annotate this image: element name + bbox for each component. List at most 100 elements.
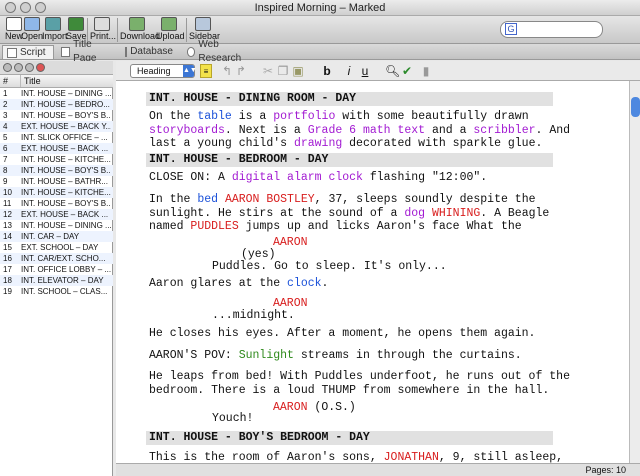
scene-list-row[interactable]: 1 INT. HOUSE – DINING ...: [0, 88, 113, 99]
copy-icon[interactable]: ❐: [277, 64, 289, 78]
download-button[interactable]: Download: [120, 17, 161, 42]
scene-list-row[interactable]: 7 INT. HOUSE – KITCHE...: [0, 154, 113, 165]
prop-bed: bed: [197, 193, 219, 206]
dialogue: Puddles. Go to sleep. It's only...: [212, 260, 447, 273]
spellcheck-icon[interactable]: ✔: [400, 64, 414, 78]
scene-number: 2: [3, 100, 8, 109]
scene-list-row[interactable]: 3 INT. HOUSE – BOY'S B...: [0, 110, 113, 121]
scene-list-row[interactable]: 9 INT. HOUSE – BATHR...: [0, 176, 113, 187]
action-block: He leaps from bed! With Puddles underfoo…: [149, 370, 570, 397]
scene-list-header: # Title: [0, 75, 113, 88]
import-button[interactable]: Import: [42, 17, 68, 42]
scene-number: 9: [3, 177, 8, 186]
italic-icon[interactable]: i: [343, 64, 355, 78]
scene-title: EXT. HOUSE – BACK Y...: [21, 122, 111, 131]
scene-number: 18: [3, 276, 12, 285]
prop-drawing: drawing: [293, 137, 343, 150]
scene-number: 11: [3, 199, 12, 208]
scene-number: 8: [3, 166, 8, 175]
scene-list-row[interactable]: 5 INT. SLICK OFFICE – ...: [0, 132, 113, 143]
note-icon[interactable]: ≡: [200, 64, 212, 78]
tab-database[interactable]: Database: [121, 45, 179, 59]
search-field[interactable]: G: [500, 21, 603, 38]
zoom-window-button[interactable]: [35, 2, 46, 13]
prop-storyboards: storyboards: [149, 123, 225, 137]
scene-title: INT. SLICK OFFICE – ...: [21, 133, 108, 142]
title-page-icon: [61, 47, 71, 57]
open-button[interactable]: Open: [21, 17, 43, 42]
google-search-icon: G: [505, 23, 517, 35]
scene-title: INT. SCHOOL – CLAS...: [21, 287, 108, 296]
mic-icon[interactable]: ▮: [421, 64, 431, 78]
scene-list-row[interactable]: 19 INT. SCHOOL – CLAS...: [0, 286, 113, 297]
prop-clock: digital alarm clock: [231, 171, 363, 184]
add-scene-icon[interactable]: [3, 63, 12, 72]
scene-list-row[interactable]: 14 INT. CAR – DAY: [0, 231, 113, 242]
window-controls: [5, 2, 46, 13]
scene-list-row[interactable]: 13 INT. HOUSE – DINING ...: [0, 220, 113, 231]
scene-list-toolbar: [0, 61, 113, 75]
character-aaron: AARON BOSTLEY: [224, 193, 315, 206]
dialogue: Youch!: [212, 412, 254, 425]
vertical-scrollbar[interactable]: [629, 81, 640, 463]
scrollbar-thumb[interactable]: [631, 97, 640, 117]
scene-list-row[interactable]: 11 INT. HOUSE – BOY'S B...: [0, 198, 113, 209]
tab-web-research[interactable]: Web Research: [183, 39, 257, 64]
script-editor[interactable]: INT. HOUSE - DINING ROOM - DAY On the ta…: [116, 81, 629, 463]
page-count: Pages: 10: [585, 465, 626, 475]
scene-list-row[interactable]: 10 INT. HOUSE – KITCHE...: [0, 187, 113, 198]
element-type-select[interactable]: Heading ▲▼: [130, 64, 197, 78]
tab-script-label: Script: [20, 46, 46, 58]
action-block: Aaron glares at the clock.: [149, 277, 329, 290]
scene-number: 5: [3, 133, 8, 142]
sound-whining: WHINING: [431, 206, 481, 220]
action-block: On the table is a portfolio with some be…: [149, 110, 571, 150]
column-title-header[interactable]: Title: [20, 75, 41, 87]
scene-list-row[interactable]: 12 EXT. HOUSE – BACK ...: [0, 209, 113, 220]
scene-number: 10: [3, 188, 12, 197]
scene-title: INT. ELEVATOR – DAY: [21, 276, 104, 285]
character-puddles: PUDDLES: [190, 220, 239, 233]
minimize-window-button[interactable]: [20, 2, 31, 13]
scene-list-row[interactable]: 2 INT. HOUSE – BEDRO...: [0, 99, 113, 110]
scene-list-row[interactable]: 8 INT. HOUSE – BOY'S B...: [0, 165, 113, 176]
column-number-header[interactable]: #: [3, 75, 8, 87]
cut-icon[interactable]: ✂: [262, 64, 274, 78]
scene-title: INT. HOUSE – BATHR...: [21, 177, 108, 186]
scene-info-icon[interactable]: [14, 63, 23, 72]
find-icon[interactable]: 🔍︎: [385, 64, 400, 78]
scene-list-row[interactable]: 15 EXT. SCHOOL – DAY: [0, 242, 113, 253]
action-block: This is the room of Aaron's sons, JONATH…: [149, 451, 564, 463]
scene-list-row[interactable]: 4 EXT. HOUSE – BACK Y...: [0, 121, 113, 132]
close-window-button[interactable]: [5, 2, 16, 13]
scene-number: 16: [3, 254, 12, 263]
paste-icon[interactable]: ▣: [292, 64, 304, 78]
scene-heading: INT. HOUSE - BEDROOM - DAY: [146, 153, 553, 167]
scene-list-row[interactable]: 6 EXT. HOUSE – BACK ...: [0, 143, 113, 154]
element-type-value: Heading: [137, 66, 171, 76]
tab-script[interactable]: Script: [2, 45, 54, 59]
upload-button[interactable]: Upload: [156, 17, 185, 42]
bold-icon[interactable]: b: [321, 64, 333, 78]
scene-title: INT. HOUSE – BOY'S B...: [21, 111, 111, 120]
scene-list-row[interactable]: 18 INT. ELEVATOR – DAY: [0, 275, 113, 286]
tab-title-page[interactable]: Title Page: [57, 39, 119, 64]
scene-number: 4: [3, 122, 8, 131]
scene-number: 13: [3, 221, 12, 230]
scene-settings-icon[interactable]: [25, 63, 34, 72]
scene-number: 14: [3, 232, 12, 241]
undo-icon[interactable]: ↰: [220, 64, 234, 78]
scene-list-row[interactable]: 16 INT. CAR/EXT. SCHO...: [0, 253, 113, 264]
scene-title: INT. OFFICE LOBBY – ...: [21, 265, 111, 274]
download-label: Download: [120, 31, 161, 41]
underline-icon[interactable]: u: [359, 64, 371, 78]
scene-title: INT. CAR – DAY: [21, 232, 80, 241]
redo-icon[interactable]: ↱: [234, 64, 248, 78]
scene-list-row[interactable]: 17 INT. OFFICE LOBBY – ...: [0, 264, 113, 275]
scene-heading: INT. HOUSE - DINING ROOM - DAY: [146, 92, 553, 106]
open-label: Open: [21, 31, 44, 41]
upload-label: Upload: [156, 31, 185, 41]
delete-scene-icon[interactable]: [36, 63, 45, 72]
prop-grade: Grade 6 math text: [307, 123, 426, 137]
scene-number: 15: [3, 243, 12, 252]
